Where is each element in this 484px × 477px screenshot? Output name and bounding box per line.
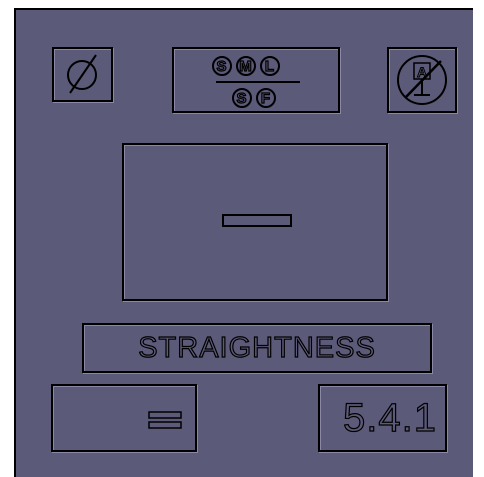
section-number-label: 5.4.1	[342, 396, 437, 440]
modifiers-bottom-row: S F	[232, 88, 276, 108]
diameter-icon	[67, 54, 97, 94]
equals-box[interactable]: =	[51, 384, 197, 452]
symbol-panel: S M L S F A STRAIGHTNESS 5.4.1	[14, 8, 473, 477]
modifier-s-top: S	[212, 56, 232, 76]
free-state-symbol-box[interactable]: A	[387, 47, 457, 113]
section-number-box: 5.4.1	[318, 384, 447, 452]
modifiers-divider	[216, 81, 300, 83]
modifier-f-bottom: F	[256, 88, 276, 108]
characteristic-name-label: STRAIGHTNESS	[138, 331, 376, 364]
straightness-symbol: —	[222, 214, 292, 227]
material-condition-box[interactable]: S M L S F	[172, 47, 340, 113]
no-air-gauge-icon: A	[397, 55, 447, 105]
diameter-symbol-box[interactable]	[52, 47, 113, 102]
modifiers-top-row: S M L	[212, 56, 280, 76]
modifier-l-top: L	[260, 56, 280, 76]
modifier-s-bottom: S	[232, 88, 252, 108]
characteristic-name-box: STRAIGHTNESS	[82, 323, 432, 373]
characteristic-display[interactable]: —	[122, 143, 388, 301]
equals-icon	[148, 411, 182, 429]
modifier-m-top: M	[236, 56, 256, 76]
